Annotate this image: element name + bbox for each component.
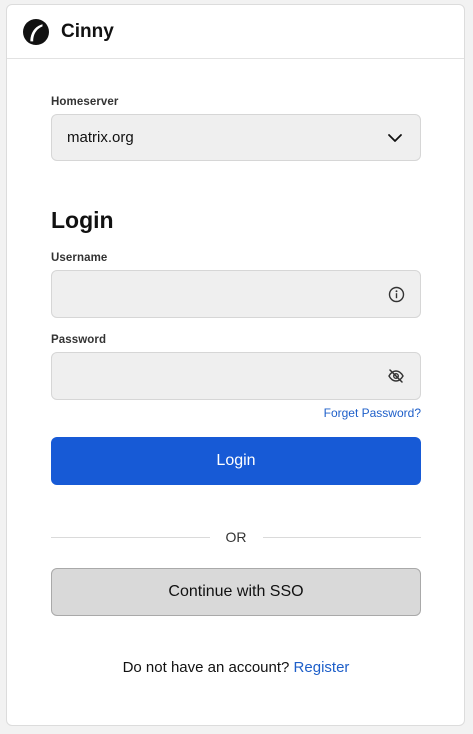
password-label: Password (51, 334, 107, 346)
divider-line-left (51, 536, 210, 538)
homeserver-label: Homeserver (51, 96, 119, 108)
password-input[interactable] (66, 352, 386, 400)
app-header: Cinny (7, 5, 464, 59)
homeserver-value: matrix.org (67, 129, 134, 146)
login-content: Homeserver matrix.org Login Username Pas… (51, 59, 421, 676)
chevron-down-icon (385, 128, 405, 148)
login-button[interactable]: Login (51, 437, 421, 485)
app-name: Cinny (61, 20, 114, 42)
eye-off-icon[interactable] (386, 366, 406, 386)
login-card: Cinny Homeserver matrix.org Login Userna… (6, 4, 465, 726)
page-title: Login (51, 207, 114, 233)
forgot-password-link[interactable]: Forget Password? (51, 406, 421, 420)
username-field[interactable] (51, 270, 421, 318)
sso-button[interactable]: Continue with SSO (51, 568, 421, 616)
homeserver-select[interactable]: matrix.org (51, 114, 421, 161)
info-icon[interactable] (386, 284, 406, 304)
register-row: Do not have an account? Register (51, 659, 421, 676)
cinny-logo-icon (22, 18, 50, 46)
register-link[interactable]: Register (294, 659, 350, 676)
divider-line-right (262, 536, 421, 538)
password-field[interactable] (51, 352, 421, 400)
or-text: OR (225, 529, 247, 545)
register-prompt: Do not have an account? (122, 659, 290, 676)
username-input[interactable] (66, 270, 386, 318)
or-divider: OR (51, 527, 421, 547)
username-label: Username (51, 252, 108, 264)
